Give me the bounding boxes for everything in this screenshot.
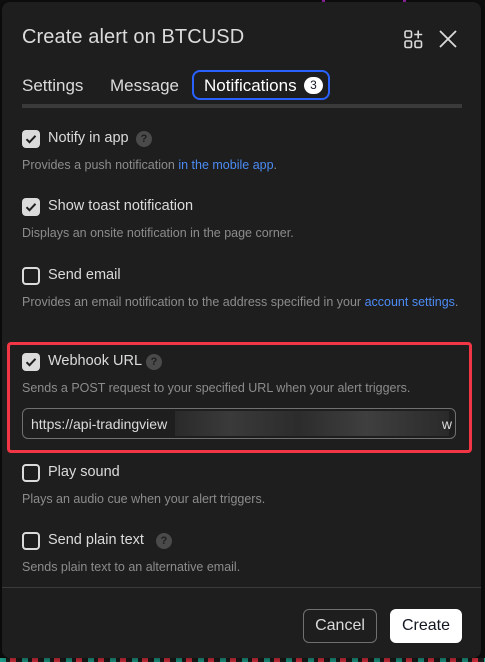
toast-notification-label: Show toast notification [48, 198, 194, 214]
tab-notifications-label: Notifications [204, 76, 297, 95]
chart-volume-strip [0, 658, 485, 662]
notify-in-app-label: Notify in app [48, 130, 129, 146]
dialog-title: Create alert on BTCUSD [22, 26, 245, 48]
notifications-count-badge: 3 [304, 77, 323, 94]
webhook-url-label: Webhook URL [48, 353, 143, 369]
dialog-footer: Cancel Create [2, 587, 481, 658]
notifications-panel: Notify in app ? Provides a push notifica… [2, 112, 481, 587]
cancel-button[interactable]: Cancel [303, 609, 377, 643]
toast-notification-description: Displays an onsite notification in the p… [22, 226, 294, 240]
dialog-header: Create alert on BTCUSD [2, 2, 481, 72]
close-icon[interactable] [437, 28, 459, 50]
send-plain-text-label: Send plain text [48, 532, 144, 548]
create-button[interactable]: Create [390, 609, 462, 643]
send-email-description: Provides an email notification to the ad… [22, 293, 462, 311]
play-sound-label: Play sound [48, 464, 120, 480]
tab-settings[interactable]: Settings [22, 76, 83, 96]
desc-text: . [273, 158, 278, 172]
desc-text: Provides a push notification [22, 158, 179, 172]
webhook-url-input[interactable]: https://api-tradingview w [22, 408, 456, 439]
help-icon[interactable]: ? [156, 533, 172, 549]
notify-in-app-checkbox[interactable] [22, 130, 40, 148]
webhook-url-description: Sends a POST request to your specified U… [22, 381, 411, 395]
webhook-url-checkbox[interactable] [22, 353, 40, 371]
mobile-app-link[interactable]: in the mobile app [178, 158, 273, 172]
help-icon[interactable]: ? [136, 131, 152, 147]
toast-notification-checkbox[interactable] [22, 198, 40, 216]
desc-text: . [454, 295, 459, 309]
play-sound-description: Plays an audio cue when your alert trigg… [22, 492, 266, 506]
send-plain-text-description: Sends plain text to an alternative email… [22, 560, 241, 574]
desc-text: Provides an email notification to the ad… [22, 295, 365, 309]
webhook-url-value: https://api-tradingview [31, 416, 168, 432]
tab-notifications[interactable]: Notifications 3 [192, 70, 330, 100]
webhook-url-tail: w [441, 416, 452, 432]
notify-in-app-description: Provides a push notification in the mobi… [22, 156, 462, 174]
add-widget-icon[interactable] [403, 28, 425, 50]
send-plain-text-checkbox[interactable] [22, 532, 40, 550]
send-email-label: Send email [48, 267, 121, 283]
redacted-url-region [175, 411, 449, 436]
tab-bar: Settings Message Notifications 3 [22, 70, 462, 108]
help-icon[interactable]: ? [146, 354, 162, 370]
send-email-checkbox[interactable] [22, 267, 40, 285]
account-settings-link[interactable]: account settings [365, 295, 455, 309]
play-sound-checkbox[interactable] [22, 464, 40, 482]
create-alert-dialog: Create alert on BTCUSD Settings Message … [2, 2, 481, 658]
tab-message[interactable]: Message [110, 76, 179, 96]
